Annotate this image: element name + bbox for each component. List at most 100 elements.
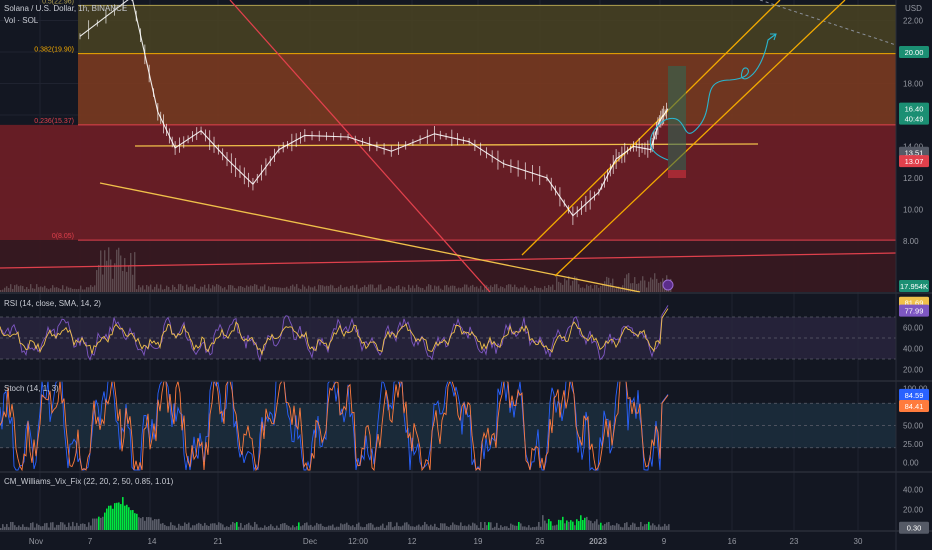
vix-bar [572, 521, 574, 530]
volume-bar [510, 284, 512, 292]
value-tag-text: 20.00 [905, 48, 924, 57]
vix-bar [304, 523, 306, 530]
volume-bar [82, 289, 84, 292]
vix-bar [500, 525, 502, 530]
volume-bar [326, 285, 328, 292]
volume-bar [314, 286, 316, 292]
volume-bar [218, 284, 220, 292]
vix-bar [236, 522, 238, 530]
vix-bar [30, 522, 32, 530]
volume-bar [336, 288, 338, 292]
vix-bar [84, 523, 86, 530]
trading-chart[interactable]: 0.5(22.96)0.382(19.90)0.236(15.37)0(8.05… [0, 0, 932, 550]
vix-bar [174, 525, 176, 530]
vix-bar [308, 525, 310, 530]
volume-bar [176, 288, 178, 292]
vix-bar [176, 527, 178, 530]
volume-bar [446, 285, 448, 292]
vix-bar [124, 505, 126, 530]
volume-bar [68, 287, 70, 292]
vix-bar [194, 525, 196, 530]
vix-bar [374, 527, 376, 530]
volume-bar [214, 286, 216, 292]
volume-bar [544, 286, 546, 292]
vix-bar [26, 526, 28, 530]
vix-bar [480, 522, 482, 530]
volume-bar [266, 289, 268, 292]
vix-bar [334, 527, 336, 530]
vix-bar [338, 526, 340, 530]
volume-bar [6, 286, 8, 292]
vix-bar [50, 522, 52, 530]
vix-bar [230, 524, 232, 530]
volume-bar [416, 284, 418, 292]
vix-bar [524, 526, 526, 530]
vix-bar [668, 524, 670, 530]
volume-bar [364, 285, 366, 292]
vix-bar [12, 521, 14, 530]
volume-bar [550, 286, 552, 292]
volume-bar [30, 284, 32, 292]
vix-bar [264, 525, 266, 530]
volume-bar [434, 285, 436, 292]
volume-bar [64, 289, 66, 292]
vix-bar [198, 522, 200, 530]
vix-bar [430, 524, 432, 530]
vix-bar [118, 502, 120, 530]
vix-axis-tick: 40.00 [903, 485, 924, 494]
volume-bar [496, 284, 498, 292]
vix-bar [160, 523, 162, 530]
vix-bar [456, 525, 458, 530]
volume-bar [604, 281, 606, 292]
volume-bar [0, 290, 2, 292]
vix-bar [122, 497, 124, 530]
vix-bar [632, 522, 634, 530]
volume-bar [244, 287, 246, 292]
symbol-title: Solana / U.S. Dollar, 1h, BINANCE [4, 4, 128, 13]
vix-bar [376, 526, 378, 530]
fib-zone-0.5-0.382 [78, 5, 896, 54]
vix-bar [344, 523, 346, 530]
vix-bar [508, 527, 510, 530]
vix-bar [426, 524, 428, 530]
vix-bar [520, 523, 522, 530]
volume-bar [398, 285, 400, 292]
vix-bar [448, 526, 450, 530]
volume-bar [46, 288, 48, 292]
volume-bar [160, 284, 162, 292]
volume-bar [32, 288, 34, 292]
alert-icon[interactable] [662, 279, 674, 291]
vix-bar [354, 527, 356, 530]
volume-bar [414, 288, 416, 292]
volume-bar [172, 284, 174, 292]
vix-bar [412, 526, 414, 530]
volume-bar [136, 289, 138, 292]
volume-bar [522, 287, 524, 292]
stoch-axis-tick: 0.00 [903, 459, 919, 468]
vix-bar [38, 524, 40, 530]
vix-bar [284, 523, 286, 530]
stoch-title: Stoch (14, 1, 3) [4, 384, 59, 393]
price-panel[interactable]: 0.5(22.96)0.382(19.90)0.236(15.37)0(8.05… [0, 0, 897, 293]
volume-bar [142, 285, 144, 292]
vix-bar [530, 527, 532, 530]
volume-bar [188, 287, 190, 292]
vix-bar [396, 522, 398, 530]
volume-bar [250, 285, 252, 292]
volume-bar [94, 285, 96, 292]
vix-bar [574, 525, 576, 530]
vix-bar [564, 523, 566, 530]
volume-bar [432, 289, 434, 292]
volume-bar [642, 276, 644, 292]
volume-bar [206, 288, 208, 292]
volume-bar [230, 284, 232, 292]
volume-bar [130, 252, 132, 292]
volume-bar [192, 286, 194, 292]
vix-bar [540, 526, 542, 530]
volume-bar [348, 288, 350, 292]
volume-bar [62, 285, 64, 292]
volume-bar [600, 285, 602, 292]
volume-bar [48, 289, 50, 292]
volume-bar [118, 247, 120, 292]
vix-bar [202, 525, 204, 530]
